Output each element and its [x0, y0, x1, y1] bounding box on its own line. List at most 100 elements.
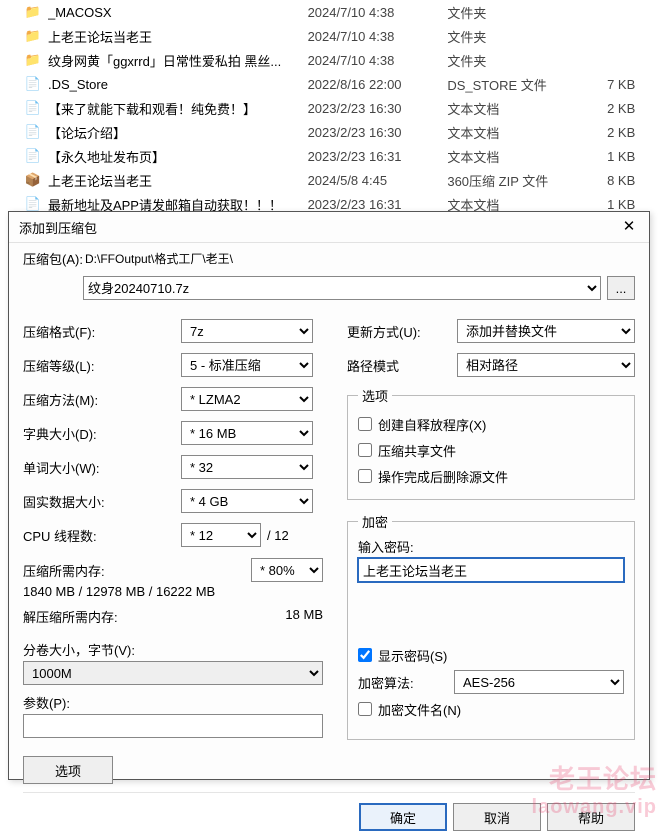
- pathmode-label: 路径模式: [347, 356, 457, 375]
- split-select[interactable]: 1000M: [23, 661, 323, 685]
- mem-comp-select[interactable]: * 80%: [251, 558, 323, 582]
- encryption-legend: 加密: [358, 512, 392, 531]
- options-fieldset: 选项 创建自释放程序(X) 压缩共享文件 操作完成后删除源文件: [347, 386, 635, 500]
- file-size: 2 KB: [607, 101, 667, 116]
- titlebar[interactable]: 添加到压缩包 ✕: [9, 212, 649, 242]
- browse-button[interactable]: ...: [607, 276, 635, 300]
- mem-decomp-label: 解压缩所需内存:: [23, 607, 285, 626]
- enc-names-option[interactable]: 加密文件名(N): [358, 696, 624, 722]
- solid-label: 固实数据大小:: [23, 492, 181, 511]
- file-row[interactable]: 📄 .DS_Store 2022/8/16 22:00 DS_STORE 文件 …: [0, 72, 667, 96]
- dict-select[interactable]: * 16 MB: [181, 421, 313, 445]
- zip-icon: 📦: [24, 171, 42, 189]
- show-password-option[interactable]: 显示密码(S): [358, 642, 624, 668]
- file-type: 文本文档: [447, 123, 607, 142]
- sfx-option[interactable]: 创建自释放程序(X): [358, 411, 624, 437]
- file-row[interactable]: 📦 上老王论坛当老王 2024/5/8 4:45 360压缩 ZIP 文件 8 …: [0, 168, 667, 192]
- file-name: 【永久地址发布页】: [48, 147, 308, 166]
- file-type: 360压缩 ZIP 文件: [447, 171, 607, 190]
- ok-button[interactable]: 确定: [359, 803, 447, 831]
- file-date: 2024/7/10 4:38: [308, 53, 448, 68]
- file-size: 1 KB: [607, 149, 667, 164]
- method-label: 压缩方法(M):: [23, 390, 181, 409]
- folder-icon: 📁: [24, 51, 42, 69]
- mem-decomp-value: 18 MB: [285, 607, 323, 626]
- file-row[interactable]: 📄 【永久地址发布页】 2023/2/23 16:31 文本文档 1 KB: [0, 144, 667, 168]
- split-label: 分卷大小，字节(V):: [23, 640, 323, 659]
- sfx-checkbox[interactable]: [358, 417, 372, 431]
- enc-names-checkbox[interactable]: [358, 702, 372, 716]
- enc-algo-label: 加密算法:: [358, 673, 438, 692]
- file-size: 8 KB: [607, 173, 667, 188]
- file-name: 纹身网黄「ggxrrd」日常性爱私拍 黑丝...: [48, 51, 308, 70]
- delete-checkbox[interactable]: [358, 469, 372, 483]
- file-name: .DS_Store: [48, 77, 308, 92]
- file-row[interactable]: 📁 _MACOSX 2024/7/10 4:38 文件夹: [0, 0, 667, 24]
- file-date: 2024/7/10 4:38: [308, 5, 448, 20]
- file-type: 文件夹: [447, 27, 607, 46]
- file-size: 7 KB: [607, 77, 667, 92]
- cpu-select[interactable]: * 12: [181, 523, 261, 547]
- params-label: 参数(P):: [23, 693, 323, 712]
- cancel-button[interactable]: 取消: [453, 803, 541, 831]
- mem-comp-label: 压缩所需内存:: [23, 561, 251, 580]
- dialog-buttons: 确定 取消 帮助: [23, 792, 635, 837]
- file-date: 2024/7/10 4:38: [308, 29, 448, 44]
- file-name: 上老王论坛当老王: [48, 171, 308, 190]
- enc-algo-select[interactable]: AES-256: [454, 670, 624, 694]
- file-icon: 📄: [24, 99, 42, 117]
- word-label: 单词大小(W):: [23, 458, 181, 477]
- file-row[interactable]: 📁 上老王论坛当老王 2024/7/10 4:38 文件夹: [0, 24, 667, 48]
- dialog-title: 添加到压缩包: [19, 218, 97, 237]
- file-row[interactable]: 📁 纹身网黄「ggxrrd」日常性爱私拍 黑丝... 2024/7/10 4:3…: [0, 48, 667, 72]
- left-column: 压缩格式(F): 7z 压缩等级(L): 5 - 标准压缩 压缩方法(M): *…: [23, 314, 323, 784]
- method-select[interactable]: * LZMA2: [181, 387, 313, 411]
- file-date: 2023/2/23 16:30: [308, 125, 448, 140]
- close-icon[interactable]: ✕: [617, 215, 641, 239]
- level-label: 压缩等级(L):: [23, 356, 181, 375]
- show-password-checkbox[interactable]: [358, 648, 372, 662]
- file-date: 2023/2/23 16:31: [308, 149, 448, 164]
- file-row[interactable]: 📄 【来了就能下载和观看！纯免费！】 2023/2/23 16:30 文本文档 …: [0, 96, 667, 120]
- file-icon: 📄: [24, 147, 42, 165]
- file-date: 2022/8/16 22:00: [308, 77, 448, 92]
- file-type: DS_STORE 文件: [447, 75, 607, 94]
- share-checkbox[interactable]: [358, 443, 372, 457]
- file-type: 文本文档: [447, 99, 607, 118]
- dict-label: 字典大小(D):: [23, 424, 181, 443]
- solid-select[interactable]: * 4 GB: [181, 489, 313, 513]
- format-select[interactable]: 7z: [181, 319, 313, 343]
- mem-comp-line: 1840 MB / 12978 MB / 16222 MB: [23, 584, 323, 599]
- file-size: 1 KB: [607, 197, 667, 212]
- file-size: 2 KB: [607, 125, 667, 140]
- params-input[interactable]: [23, 714, 323, 738]
- add-to-archive-dialog: 添加到压缩包 ✕ 压缩包(A): D:\FFOutput\格式工厂\老王\ 纹身…: [8, 211, 650, 780]
- right-column: 更新方式(U): 添加并替换文件 路径模式 相对路径 选项 创建自释放程序(X)…: [347, 314, 635, 784]
- word-select[interactable]: * 32: [181, 455, 313, 479]
- folder-icon: 📁: [24, 3, 42, 21]
- file-date: 2024/5/8 4:45: [308, 173, 448, 188]
- options-button[interactable]: 选项: [23, 756, 113, 784]
- file-name: _MACOSX: [48, 5, 308, 20]
- file-date: 2023/2/23 16:31: [308, 197, 448, 212]
- update-select[interactable]: 添加并替换文件: [457, 319, 635, 343]
- file-type: 文本文档: [447, 147, 607, 166]
- password-input[interactable]: [358, 558, 624, 582]
- cpu-label: CPU 线程数:: [23, 526, 181, 545]
- level-select[interactable]: 5 - 标准压缩: [181, 353, 313, 377]
- archive-name-combo[interactable]: 纹身20240710.7z: [83, 276, 601, 300]
- file-name: 【来了就能下载和观看！纯免费！】: [48, 99, 308, 118]
- file-type: 文件夹: [447, 3, 607, 22]
- archive-path: D:\FFOutput\格式工厂\老王\: [83, 250, 635, 267]
- file-list: 📁 _MACOSX 2024/7/10 4:38 文件夹 📁 上老王论坛当老王 …: [0, 0, 667, 216]
- help-button[interactable]: 帮助: [547, 803, 635, 831]
- share-option[interactable]: 压缩共享文件: [358, 437, 624, 463]
- pathmode-select[interactable]: 相对路径: [457, 353, 635, 377]
- archive-label: 压缩包(A):: [23, 249, 83, 268]
- file-icon: 📄: [24, 123, 42, 141]
- update-label: 更新方式(U):: [347, 322, 457, 341]
- file-row[interactable]: 📄 【论坛介绍】 2023/2/23 16:30 文本文档 2 KB: [0, 120, 667, 144]
- delete-option[interactable]: 操作完成后删除源文件: [358, 463, 624, 489]
- encryption-fieldset: 加密 输入密码: 显示密码(S) 加密算法: AES-256 加密文件名(N): [347, 512, 635, 740]
- file-icon: 📄: [24, 75, 42, 93]
